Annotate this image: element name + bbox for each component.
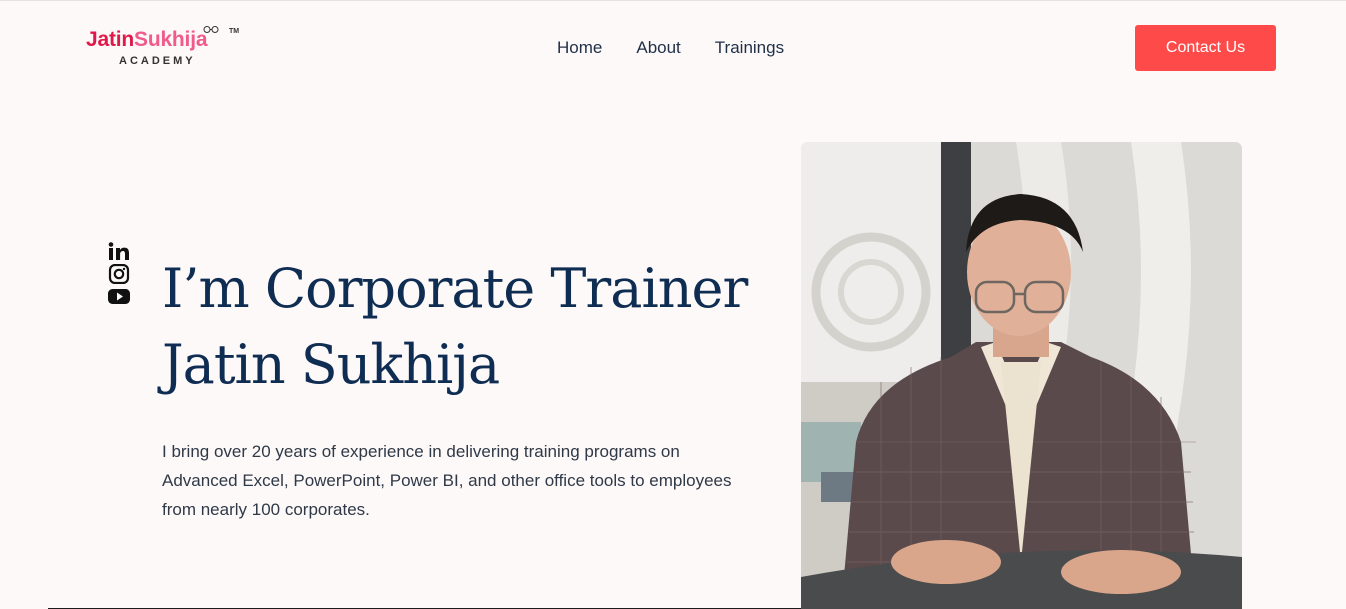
contact-us-button[interactable]: Contact Us [1135,25,1276,71]
hero-title: I’m Corporate Trainer Jatin Sukhija [162,251,762,403]
logo-brand-part2: Sukhija [134,28,208,51]
main-nav: Home About Trainings [557,37,818,59]
logo-trademark: TM [229,28,240,35]
logo-glasses-icon [203,26,219,33]
trainer-portrait-photo [801,142,1242,609]
logo-wordmark: JatinSukhija [86,28,246,52]
logo-subtitle: ACADEMY [119,55,196,67]
youtube-icon[interactable] [108,286,130,306]
brand-logo[interactable]: JatinSukhija TM ACADEMY [86,26,246,70]
nav-home-link[interactable]: Home [557,37,602,59]
hero-title-line1: I’m Corporate Trainer [162,257,748,320]
instagram-icon[interactable] [108,264,130,284]
social-links [108,242,130,308]
hero-description: I bring over 20 years of experience in d… [162,442,732,519]
linkedin-icon[interactable] [108,242,130,262]
nav-trainings-link[interactable]: Trainings [715,37,784,59]
nav-about-link[interactable]: About [636,37,680,59]
logo-brand-part1: Jatin [86,28,135,51]
hero-title-line2: Jatin Sukhija [162,333,500,396]
